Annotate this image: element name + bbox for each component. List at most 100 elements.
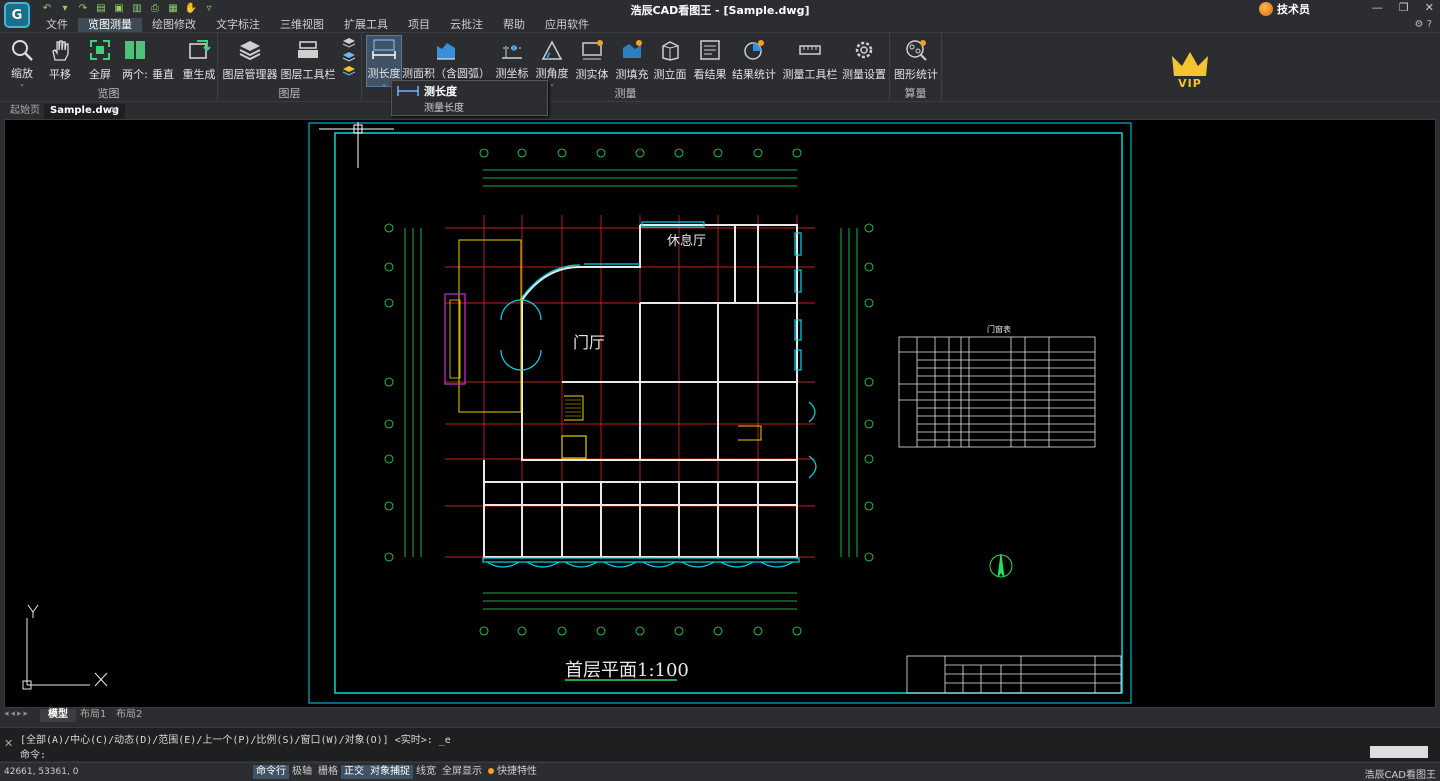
doc-tab-start-page[interactable]: 起始页 <box>4 104 46 119</box>
plan-title: 首层平面1:100 <box>565 656 689 682</box>
measure-toolbar-button[interactable]: 测量工具栏 <box>783 35 838 87</box>
layer-manager-button[interactable]: 图层管理器 <box>223 35 278 87</box>
pan-button[interactable]: 平移 <box>44 35 76 87</box>
layer-toolbar-icon <box>295 37 321 63</box>
vip-badge[interactable]: VIP <box>1168 50 1212 94</box>
command-input[interactable]: 命令: <box>20 746 46 761</box>
measure-elevation-button[interactable]: 测立面 <box>652 35 688 87</box>
group-label-calc: 算量 <box>904 87 927 100</box>
menu-tab-extensions[interactable]: 扩展工具 <box>334 18 398 32</box>
hall-label: 门厅 <box>573 333 606 352</box>
regenerate-icon <box>186 37 212 63</box>
toggle-object-snap[interactable]: 对象捕捉 <box>367 765 413 779</box>
group-label-browse: 览图 <box>97 87 120 100</box>
measure-entity-icon <box>579 37 605 63</box>
zoom-button[interactable]: 缩放 ⌄ <box>6 35 38 88</box>
hand-icon <box>47 37 73 63</box>
shape-statistics-button[interactable]: 图形统计 <box>894 35 938 87</box>
measure-fill-icon <box>619 37 645 63</box>
zoom-icon <box>9 37 35 62</box>
result-statistics-icon <box>741 37 767 63</box>
menu-tab-cloud-annotation[interactable]: 云批注 <box>440 18 493 32</box>
layer-freeze-icon[interactable] <box>342 51 356 62</box>
shape-statistics-icon <box>903 37 929 63</box>
lounge-label: 休息厅 <box>667 234 707 249</box>
layout-nav-arrows-icon[interactable]: ◂◂▸▸ <box>4 709 30 719</box>
north-arrow-icon <box>989 553 1013 578</box>
menu-tab-view-measure[interactable]: 览图测量 <box>78 18 142 32</box>
status-bar: 42661, 53361, 0 命令行 极轴 栅格 正交 对象捕捉 线宽 全屏显… <box>0 762 1440 781</box>
status-brand: 浩辰CAD看图王 <box>1364 770 1436 781</box>
crown-icon <box>1172 52 1208 76</box>
plan-scale: 1:100 <box>637 660 689 681</box>
title-bar: G ↶ ▾ ↷ ▤ ▣ ▥ ⎙ ▦ ✋ ▿ 浩辰CAD看图王 - [Sample… <box>0 0 1440 28</box>
close-tab-icon[interactable]: ✕ <box>110 105 118 116</box>
fullscreen-icon <box>87 37 113 63</box>
measure-length-icon <box>397 86 419 96</box>
toggle-lineweight[interactable]: 线宽 <box>413 765 439 779</box>
toggle-command-line[interactable]: 命令行 <box>253 765 289 779</box>
cursor-coordinates: 42661, 53361, 0 <box>4 767 79 777</box>
ribbon-group-browse: 缩放 ⌄ 平移 全屏 两个: 垂直 重生成 览图 <box>0 33 218 103</box>
menu-tab-project[interactable]: 项目 <box>398 18 440 32</box>
layout-tabs: ◂◂▸▸ 模型 布局1 布局2 <box>0 708 1440 722</box>
menu-tab-3d-view[interactable]: 三维视图 <box>270 18 334 32</box>
layer-toolbar-button[interactable]: 图层工具栏 <box>281 35 336 87</box>
ribbon: 缩放 ⌄ 平移 全屏 两个: 垂直 重生成 览图 图层管理器 图层工具栏 图层 … <box>0 32 1440 103</box>
toggle-fullscreen[interactable]: 全屏显示 <box>439 765 485 779</box>
menu-bar: 文件 览图测量 绘图修改 文字标注 三维视图 扩展工具 项目 云批注 帮助 应用… <box>36 18 599 32</box>
layout-tab-layout2[interactable]: 布局2 <box>108 709 150 722</box>
menu-tab-draw-modify[interactable]: 绘图修改 <box>142 18 206 32</box>
toggle-grid[interactable]: 栅格 <box>315 765 341 779</box>
restore-icon[interactable]: ❐ <box>1399 1 1409 14</box>
plan-title-text: 首层平面 <box>565 660 637 681</box>
toggle-quick-properties[interactable]: 快捷特性 <box>485 765 540 779</box>
user-avatar-icon <box>1259 2 1273 16</box>
layer-off-icon[interactable] <box>342 37 356 48</box>
user-account[interactable]: 技术员 <box>1259 1 1310 17</box>
toggle-polar[interactable]: 极轴 <box>289 765 315 779</box>
title-block <box>906 655 1122 694</box>
toggle-ortho[interactable]: 正交 <box>341 765 367 779</box>
document-tabs: 起始页 Sample.dwg ✕ <box>0 102 1440 119</box>
layout-tab-model[interactable]: 模型 <box>40 709 76 722</box>
two-views-button[interactable]: 两个: <box>122 35 148 87</box>
measure-fill-button[interactable]: 测填充 <box>614 35 650 87</box>
ucs-icon <box>22 604 108 690</box>
result-statistics-button[interactable]: 结果统计 <box>732 35 776 87</box>
menu-tab-apps[interactable]: 应用软件 <box>535 18 599 32</box>
measure-elevation-icon <box>657 37 683 63</box>
crosshair-cursor <box>319 122 394 168</box>
ribbon-group-layers: 图层管理器 图层工具栏 图层 <box>218 33 362 103</box>
view-results-button[interactable]: 看结果 <box>692 35 728 87</box>
split-view-icon <box>122 37 148 63</box>
menu-tab-file[interactable]: 文件 <box>36 18 78 32</box>
app-logo-icon[interactable]: G <box>4 2 30 28</box>
measure-area-icon <box>433 37 459 62</box>
ribbon-options-icon[interactable]: ⚙ ? <box>1415 19 1432 30</box>
layer-mini-tools <box>342 37 358 76</box>
fullscreen-button[interactable]: 全屏 <box>84 35 116 87</box>
drawing-canvas[interactable]: 门厅 休息厅 首层平面1:100 门窗表 Y <box>4 119 1436 708</box>
regenerate-button[interactable]: 重生成 <box>182 35 216 87</box>
layer-restore-icon[interactable] <box>342 65 356 76</box>
status-toggles: 命令行 极轴 栅格 正交 对象捕捉 线宽 全屏显示 快捷特性 <box>253 765 540 779</box>
table-title: 门窗表 <box>987 325 1011 334</box>
window-controls: — ❐ ✕ <box>1372 1 1434 14</box>
ribbon-group-calc: 图形统计 算量 <box>890 33 942 103</box>
cad-drawing <box>22 122 1132 704</box>
minimize-icon[interactable]: — <box>1372 1 1383 14</box>
close-icon[interactable]: ✕ <box>1425 1 1434 14</box>
layers-icon <box>237 37 263 63</box>
measure-entity-button[interactable]: 测实体 <box>574 35 610 87</box>
command-history: [全部(A)/中心(C)/动态(D)/范围(E)/上一个(P)/比例(S)/窗口… <box>20 735 451 746</box>
user-name: 技术员 <box>1277 3 1310 16</box>
measure-length-tooltip: 测长度 测量长度 <box>391 80 548 116</box>
measure-coordinate-icon <box>499 37 525 62</box>
menu-tab-text-dimension[interactable]: 文字标注 <box>206 18 270 32</box>
measure-settings-button[interactable]: 测量设置 <box>842 35 886 87</box>
command-scrollbar[interactable] <box>1370 746 1428 758</box>
menu-tab-help[interactable]: 帮助 <box>493 18 535 32</box>
vertical-button[interactable]: 垂直 <box>150 35 176 87</box>
close-command-icon[interactable]: ✕ <box>4 737 13 750</box>
